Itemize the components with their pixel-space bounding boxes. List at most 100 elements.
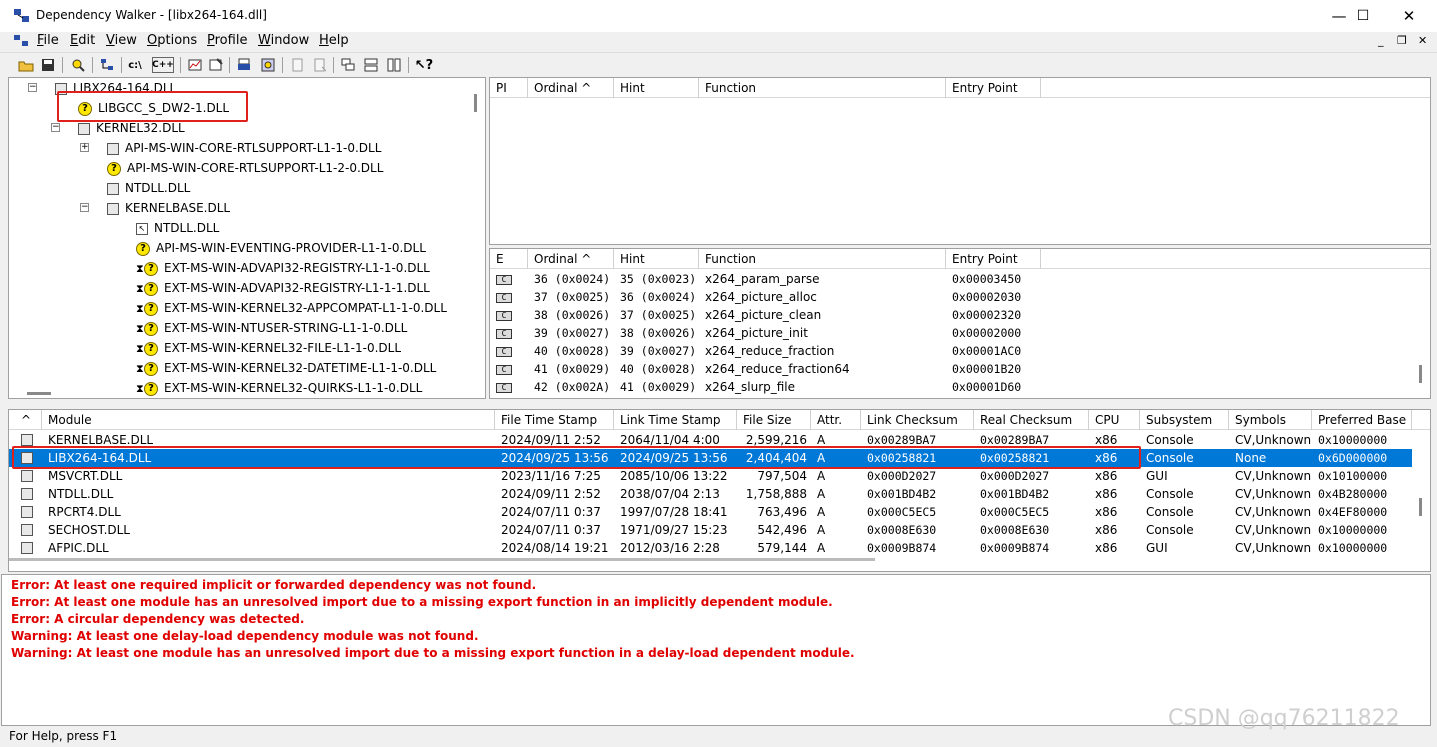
- title-bar: Dependency Walker - [libx264-164.dll] — …: [0, 0, 1437, 32]
- module-cpu-cell: x86: [1095, 523, 1118, 537]
- export-row[interactable]: C 42 (0x002A) 41 (0x0029) x264_slurp_file 0x…: [490, 378, 1420, 396]
- dependency-icon[interactable]: [97, 55, 117, 75]
- tree-hscrollbar[interactable]: [27, 392, 51, 395]
- import-col-pi[interactable]: PI: [490, 78, 528, 98]
- expand-icon[interactable]: +: [80, 143, 89, 152]
- tree-item[interactable]: ⧗? EXT-MS-WIN-ADVAPI32-REGISTRY-L1-1-0.DL…: [136, 258, 430, 278]
- full-paths-button[interactable]: c:\: [125, 55, 145, 75]
- tree-item[interactable]: API-MS-WIN-CORE-RTLSUPPORT-L1-1-0.DLL: [107, 138, 381, 158]
- undecorate-cpp-button[interactable]: C++: [152, 57, 174, 73]
- export-vscrollbar[interactable]: [1419, 365, 1422, 383]
- export-row[interactable]: C 39 (0x0027) 38 (0x0026) x264_picture_init…: [490, 324, 1420, 342]
- import-col-function[interactable]: Function: [699, 78, 946, 98]
- module-col-real-checksum[interactable]: Real Checksum: [974, 410, 1089, 430]
- export-row[interactable]: C 37 (0x0025) 36 (0x0024) x264_picture_allo…: [490, 288, 1420, 306]
- module-vscrollbar[interactable]: [1419, 498, 1422, 516]
- save-icon[interactable]: [38, 55, 58, 75]
- module-sym-cell: CV,Unknown: [1235, 505, 1312, 519]
- export-col-ordinal[interactable]: Ordinal ^: [528, 249, 614, 269]
- tile-vertical-icon[interactable]: [384, 55, 404, 75]
- module-col-module[interactable]: Module: [42, 410, 495, 430]
- menu-edit[interactable]: Edit: [70, 33, 95, 48]
- mdi-minimize-button[interactable]: _: [1378, 34, 1384, 47]
- highlight-icon[interactable]: [288, 55, 308, 75]
- properties-icon[interactable]: [206, 55, 226, 75]
- delay-load-icon: ⧗: [136, 261, 144, 275]
- module-col-file-size[interactable]: File Size: [737, 410, 811, 430]
- export-row[interactable]: C 38 (0x0026) 37 (0x0025) x264_picture_clea…: [490, 306, 1420, 324]
- next-icon[interactable]: [310, 55, 330, 75]
- collapse-icon[interactable]: −: [51, 123, 60, 132]
- import-col-hint[interactable]: Hint: [614, 78, 699, 98]
- export-col-e[interactable]: E: [490, 249, 528, 269]
- find-icon[interactable]: [68, 55, 88, 75]
- tree-item-label: EXT-MS-WIN-KERNEL32-APPCOMPAT-L1-1-0.DLL: [164, 301, 447, 315]
- context-help-icon[interactable]: ↖?: [414, 55, 434, 75]
- module-row[interactable]: MSVCRT.DLL 2023/11/16 7:25 2085/10/06 13:2…: [9, 467, 1412, 485]
- menu-view[interactable]: View: [106, 33, 137, 48]
- open-folder-icon[interactable]: [16, 55, 36, 75]
- export-row[interactable]: C 36 (0x0024) 35 (0x0023) x264_param_parse 0…: [490, 270, 1420, 288]
- module-col-link-checksum[interactable]: Link Checksum: [861, 410, 974, 430]
- c-export-icon: C: [496, 346, 512, 357]
- export-hint-cell: 40 (0x0028): [620, 362, 697, 376]
- collapse-icon[interactable]: −: [28, 83, 37, 92]
- menu-options[interactable]: Options: [147, 33, 197, 48]
- export-col-hint[interactable]: Hint: [614, 249, 699, 269]
- export-row[interactable]: C 41 (0x0029) 40 (0x0028) x264_reduce_fract…: [490, 360, 1420, 378]
- module-col-cpu[interactable]: CPU: [1089, 410, 1140, 430]
- export-hint-cell: 37 (0x0025): [620, 308, 697, 322]
- menu-window[interactable]: Window: [258, 33, 309, 48]
- module-row[interactable]: NTDLL.DLL 2024/09/11 2:52 2038/07/04 2:13 1…: [9, 485, 1412, 503]
- module-col-symbols[interactable]: Symbols: [1229, 410, 1312, 430]
- c-export-icon: C: [496, 292, 512, 303]
- menu-help[interactable]: Help: [319, 33, 349, 48]
- tree-item[interactable]: ⧗? EXT-MS-WIN-KERNEL32-DATETIME-L1-1-0.DL…: [136, 358, 436, 378]
- search-module-icon[interactable]: [258, 55, 278, 75]
- module-col-subsystem[interactable]: Subsystem: [1140, 410, 1229, 430]
- tree-item[interactable]: ⧗? EXT-MS-WIN-KERNEL32-APPCOMPAT-L1-1-0.D…: [136, 298, 447, 318]
- tree-item[interactable]: KERNELBASE.DLL: [107, 198, 230, 218]
- tree-item[interactable]: ⧗? EXT-MS-WIN-NTUSER-STRING-L1-1-0.DLL: [136, 318, 407, 338]
- tree-item[interactable]: ? API-MS-WIN-EVENTING-PROVIDER-L1-1-0.DLL: [136, 238, 426, 258]
- tree-item[interactable]: NTDLL.DLL: [107, 178, 190, 198]
- chart-icon[interactable]: [185, 55, 205, 75]
- module-col-file-time[interactable]: File Time Stamp: [495, 410, 614, 430]
- module-row[interactable]: SECHOST.DLL 2024/07/11 0:37 1971/09/27 15:…: [9, 521, 1412, 539]
- module-rck-cell: 0x0009B874: [980, 541, 1050, 555]
- tree-vscrollbar[interactable]: [474, 94, 477, 112]
- module-col-sort[interactable]: ^: [9, 410, 42, 430]
- export-ordinal-cell: 39 (0x0027): [534, 326, 611, 340]
- module-row[interactable]: AFPIC.DLL 2024/08/14 19:21 2012/03/16 2:28…: [9, 539, 1412, 557]
- tree-item[interactable]: ⧗? EXT-MS-WIN-KERNEL32-QUIRKS-L1-1-0.DLL: [136, 378, 422, 398]
- tree-item[interactable]: ? API-MS-WIN-CORE-RTLSUPPORT-L1-2-0.DLL: [107, 158, 383, 178]
- module-module-cell: SECHOST.DLL: [48, 523, 130, 537]
- print-icon[interactable]: [234, 55, 254, 75]
- collapse-icon[interactable]: −: [80, 203, 89, 212]
- module-col-link-time[interactable]: Link Time Stamp: [614, 410, 737, 430]
- tree-item[interactable]: ⧗? EXT-MS-WIN-ADVAPI32-REGISTRY-L1-1-1.DL…: [136, 278, 430, 298]
- module-row[interactable]: RPCRT4.DLL 2024/07/11 0:37 1997/07/28 18:4…: [9, 503, 1412, 521]
- export-row[interactable]: C 40 (0x0028) 39 (0x0027) x264_reduce_fract…: [490, 342, 1420, 360]
- module-module-cell: NTDLL.DLL: [48, 487, 114, 501]
- mdi-close-button[interactable]: ✕: [1418, 34, 1427, 47]
- import-col-entry[interactable]: Entry Point: [946, 78, 1041, 98]
- tree-item[interactable]: ↖ NTDLL.DLL: [136, 218, 219, 238]
- module-col-attr[interactable]: Attr.: [811, 410, 861, 430]
- toolbar-separator: [180, 57, 181, 73]
- menu-profile[interactable]: Profile: [207, 33, 247, 48]
- menu-file[interactable]: File: [37, 33, 59, 48]
- tree-item[interactable]: ⧗? EXT-MS-WIN-KERNEL32-FILE-L1-1-0.DLL: [136, 338, 401, 358]
- import-col-ordinal[interactable]: Ordinal ^: [528, 78, 614, 98]
- export-col-entry[interactable]: Entry Point: [946, 249, 1041, 269]
- module-col-preferred-base[interactable]: Preferred Base: [1312, 410, 1412, 430]
- close-button[interactable]: ✕: [1386, 0, 1432, 32]
- mdi-restore-button[interactable]: ❐: [1397, 34, 1407, 47]
- export-col-function[interactable]: Function: [699, 249, 946, 269]
- module-hscrollbar[interactable]: [9, 558, 875, 561]
- tile-horizontal-icon[interactable]: [361, 55, 381, 75]
- missing-module-icon: ?: [107, 161, 121, 176]
- module-sym-cell: CV,Unknown: [1235, 433, 1312, 447]
- cascade-icon[interactable]: [338, 55, 358, 75]
- maximize-button[interactable]: ☐: [1340, 0, 1386, 32]
